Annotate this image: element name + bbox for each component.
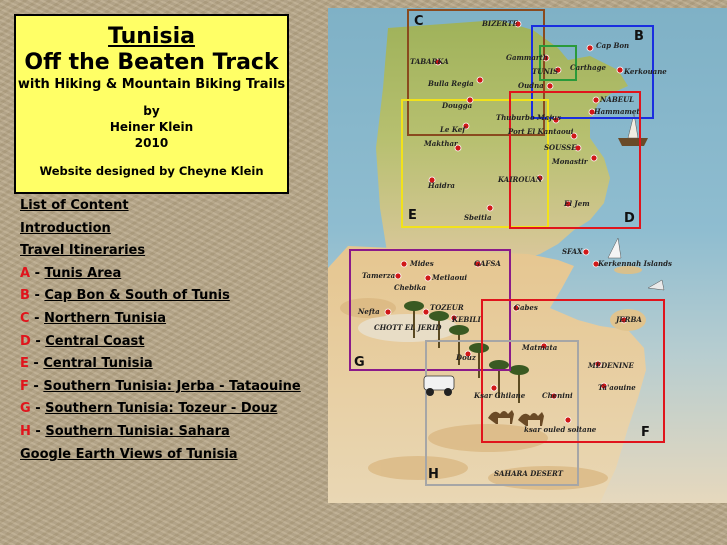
site-tagline: with Hiking & Mountain Biking Trails (17, 77, 286, 92)
region-label-e: E (408, 208, 417, 223)
place-metlaoui: Metlaoui (431, 273, 467, 282)
nav-letter-h: H (20, 423, 31, 439)
place-oudna: Oudna (518, 81, 544, 90)
place-tozeur: TOZEUR (430, 303, 464, 312)
nav-letter-b: B (20, 288, 30, 304)
nav-link-sahara[interactable]: Southern Tunisia: Sahara (45, 424, 229, 439)
nav-item-introduction: Introduction (20, 220, 320, 243)
tunisia-map: C B E D G F H BIZERTE TABARKA Bulla Regi… (328, 8, 727, 503)
place-ksar-ouled-soltane: ksar ouled soltane (524, 425, 597, 434)
place-el-jem: El Jem (563, 199, 590, 208)
place-chenini: Chenini (542, 391, 573, 400)
nav-item-e: E - Central Tunisia (20, 356, 153, 372)
nav-link-jerba-tataouine[interactable]: Southern Tunisia: Jerba - Tataouine (43, 379, 300, 394)
nav-item-h: H - Southern Tunisia: Sahara (20, 423, 230, 439)
place-monastir: Monastir (551, 157, 589, 166)
by-label: by (143, 104, 160, 118)
place-sahara-desert: SAHARA DESERT (494, 469, 564, 478)
place-matmata: Matmata (521, 343, 558, 352)
nav-item-a: A - Tunis Area (20, 265, 122, 281)
nav-item-list-of-content: List of Content (20, 197, 320, 220)
place-sfax: SFAX (562, 247, 583, 256)
site-credit: Website designed by Cheyne Klein (39, 164, 264, 178)
place-carthage: Carthage (570, 63, 607, 72)
nav-letter-a: A (20, 265, 31, 281)
site-subtitle: Off the Beaten Track (24, 50, 279, 75)
place-thuburbo-majus: Thuburbo Majus (496, 113, 561, 122)
nav-item-travel-itineraries: Travel Itineraries (20, 242, 320, 265)
place-medenine: MEDENINE (587, 361, 635, 370)
place-kairouan: KAIROUAN (497, 175, 543, 184)
place-kebili: KEBILI (451, 315, 482, 324)
place-makthar: Makthar (423, 139, 459, 148)
place-kerkouane: Kerkouane (623, 67, 667, 76)
place-tataouine: Ta'aouine (598, 383, 636, 392)
nav-link-central-tunisia[interactable]: Central Tunisia (43, 356, 152, 371)
place-sbeitla: Sbeitla (464, 213, 492, 222)
place-gabes: Gabes (514, 303, 538, 312)
nav-letter-f: F (20, 378, 29, 394)
region-label-c: C (414, 14, 424, 29)
place-chott-el-jerid: CHOTT EL JERID (374, 323, 442, 332)
place-nabeul: NABEUL (599, 95, 634, 104)
region-label-h: H (428, 467, 439, 482)
place-sousse: SOUSSE (544, 143, 577, 152)
place-mides: Mides (409, 259, 434, 268)
nav-link-central-coast[interactable]: Central Coast (45, 334, 144, 349)
nav-letter-e: E (20, 356, 29, 372)
place-dougga: Dougga (441, 101, 473, 110)
place-tamerza: Tamerza (362, 271, 396, 280)
nav-link-travel-itineraries[interactable]: Travel Itineraries (20, 243, 145, 258)
nav-item-c: C - Northern Tunisia (20, 310, 167, 326)
year: 2010 (134, 136, 169, 150)
navigation-list: List of Content Introduction Travel Itin… (20, 197, 320, 468)
author-name: Heiner Klein (109, 120, 194, 134)
place-gammarth: Gammarth (506, 53, 548, 62)
place-tunis: TUNIS (532, 67, 558, 76)
place-hammamet: Hammamet (593, 107, 640, 116)
place-kerkennah: Kerkennah Islands (597, 259, 672, 268)
place-chebika: Chebika (394, 283, 427, 292)
place-bulla-regia: Bulla Regia (427, 79, 474, 88)
nav-item-google-earth: Google Earth Views of Tunisia (20, 446, 320, 469)
nav-item-b: B - Cap Bon & South of Tunis (20, 288, 230, 304)
nav-item-g: G - Southern Tunisia: Tozeur - Douz (20, 401, 278, 417)
place-jerba: JERBA (614, 315, 642, 324)
nav-letter-c: C (20, 310, 30, 326)
map-illustration: C B E D G F H BIZERTE TABARKA Bulla Regi… (328, 9, 672, 503)
nav-link-northern-tunisia[interactable]: Northern Tunisia (44, 311, 166, 326)
place-tabarka: TABARKA (410, 57, 449, 66)
place-bizerte: BIZERTE (481, 19, 519, 28)
nav-link-cap-bon[interactable]: Cap Bon & South of Tunis (44, 288, 229, 303)
nav-link-tunis-area[interactable]: Tunis Area (45, 266, 122, 281)
region-label-b: B (634, 29, 644, 44)
region-label-g: G (354, 355, 365, 370)
nav-link-tozeur-douz[interactable]: Southern Tunisia: Tozeur - Douz (45, 401, 277, 416)
nav-link-introduction[interactable]: Introduction (20, 221, 111, 236)
nav-letter-g: G (20, 401, 31, 417)
place-nefta: Nefta (357, 307, 380, 316)
place-haidra: Haidra (427, 181, 455, 190)
site-title-box: Tunisia Off the Beaten Track with Hiking… (14, 14, 289, 194)
place-cap-bon: Cap Bon (596, 41, 629, 50)
place-le-kef: Le Kef (439, 125, 467, 134)
region-label-f: F (641, 425, 650, 440)
region-label-d: D (624, 211, 635, 226)
nav-item-d: D - Central Coast (20, 333, 145, 349)
place-gafsa: GAFSA (474, 259, 501, 268)
nav-letter-d: D (20, 333, 31, 349)
nav-link-list-of-content[interactable]: List of Content (20, 198, 129, 213)
place-douz: Douz (455, 353, 477, 362)
nav-link-google-earth[interactable]: Google Earth Views of Tunisia (20, 447, 238, 462)
nav-item-f: F - Southern Tunisia: Jerba - Tataouine (20, 378, 301, 394)
site-title: Tunisia (108, 24, 195, 49)
place-port-el-kantaoui: Port El Kantaoui (507, 127, 574, 136)
place-ksar-ghilane: Ksar Ghilane (473, 391, 526, 400)
